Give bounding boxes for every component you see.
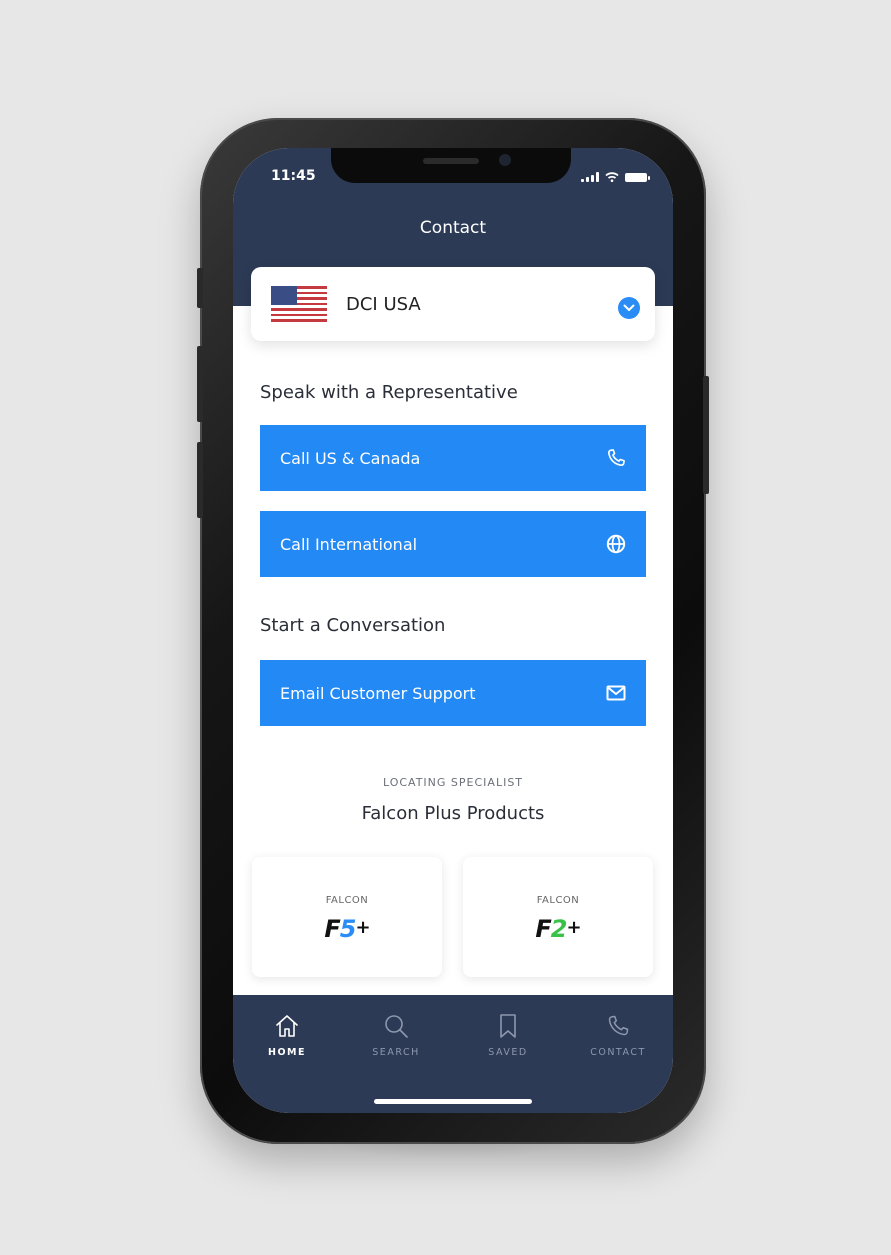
speak-heading: Speak with a Representative bbox=[260, 382, 518, 403]
status-time: 11:45 bbox=[271, 168, 316, 184]
power-button bbox=[703, 376, 709, 494]
call-us-canada-button[interactable]: Call US & Canada bbox=[260, 425, 646, 491]
specialist-title: Falcon Plus Products bbox=[361, 803, 545, 824]
product-brand: FALCON bbox=[536, 895, 580, 906]
tab-saved-label: SAVED bbox=[488, 1047, 528, 1058]
app-screen: 11:45 Contact DCI USA Speak with a Repre… bbox=[233, 148, 673, 1113]
product-logo-f2: F2+ bbox=[535, 915, 581, 943]
signal-icon bbox=[581, 172, 599, 182]
tab-contact-label: CONTACT bbox=[590, 1047, 646, 1058]
globe-icon bbox=[604, 532, 628, 556]
tab-home[interactable]: HOME bbox=[247, 1011, 327, 1058]
conversation-heading: Start a Conversation bbox=[260, 615, 446, 636]
phone-icon bbox=[578, 1011, 658, 1041]
tab-home-label: HOME bbox=[268, 1047, 306, 1058]
volume-up-button bbox=[197, 346, 203, 422]
search-icon bbox=[356, 1011, 436, 1041]
call-international-label: Call International bbox=[280, 534, 418, 554]
country-name: DCI USA bbox=[346, 294, 421, 315]
product-card-f2[interactable]: FALCON F2+ bbox=[463, 857, 653, 977]
chevron-down-icon[interactable] bbox=[618, 297, 640, 319]
phone-icon bbox=[604, 446, 628, 470]
email-support-label: Email Customer Support bbox=[280, 683, 476, 703]
bookmark-icon bbox=[468, 1011, 548, 1041]
mail-icon bbox=[604, 681, 628, 705]
product-logo-f5: F5+ bbox=[324, 915, 370, 943]
tab-search-label: SEARCH bbox=[372, 1047, 420, 1058]
product-card-f5[interactable]: FALCON F5+ bbox=[252, 857, 442, 977]
tab-search[interactable]: SEARCH bbox=[356, 1011, 436, 1058]
notch bbox=[331, 148, 571, 183]
status-icons bbox=[581, 170, 650, 182]
page-title: Contact bbox=[419, 218, 487, 238]
mute-switch bbox=[197, 268, 203, 308]
tab-contact[interactable]: CONTACT bbox=[578, 1011, 658, 1058]
call-us-canada-label: Call US & Canada bbox=[280, 448, 421, 468]
home-indicator[interactable] bbox=[374, 1099, 532, 1104]
tab-bar: HOME SEARCH SAVED CONTACT bbox=[233, 995, 673, 1113]
tab-saved[interactable]: SAVED bbox=[468, 1011, 548, 1058]
volume-down-button bbox=[197, 442, 203, 518]
wifi-icon bbox=[605, 172, 619, 182]
specialist-subtitle: LOCATING SPECIALIST bbox=[382, 776, 524, 789]
battery-icon bbox=[625, 173, 650, 182]
speaker bbox=[423, 158, 479, 164]
front-camera bbox=[499, 154, 511, 166]
country-selector[interactable]: DCI USA bbox=[251, 267, 655, 341]
us-flag-icon bbox=[271, 286, 327, 322]
home-icon bbox=[247, 1011, 327, 1041]
call-international-button[interactable]: Call International bbox=[260, 511, 646, 577]
product-brand: FALCON bbox=[325, 895, 369, 906]
email-support-button[interactable]: Email Customer Support bbox=[260, 660, 646, 726]
